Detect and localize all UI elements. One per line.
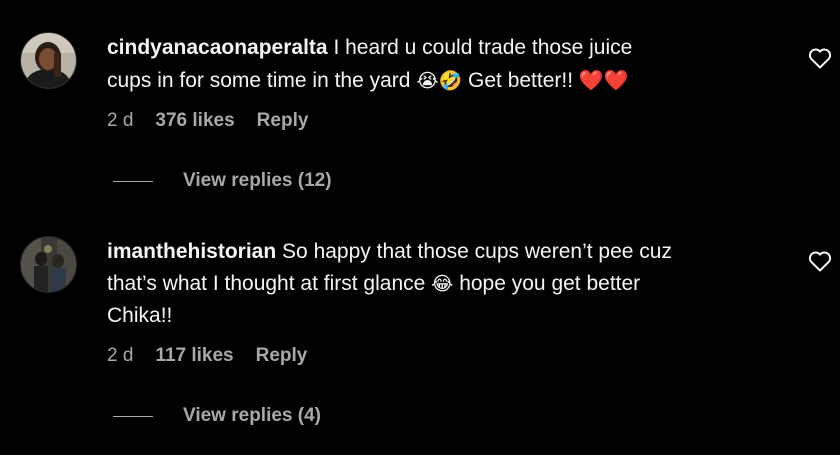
comment-text: So happy that those cups weren’t pee cuz <box>282 240 672 263</box>
likes-count[interactable]: 117 likes <box>155 345 233 367</box>
view-replies-button[interactable]: View replies (4) <box>113 405 321 427</box>
heart-outline-icon[interactable] <box>808 250 832 272</box>
comment-body: cindyanacaonaperalta I heard u could tra… <box>107 32 787 97</box>
heart-emoji-icon: ❤️❤️ <box>578 68 629 92</box>
avatar[interactable] <box>20 32 77 89</box>
comment-text: Get better!! <box>468 69 574 92</box>
comment-timestamp: 2 d <box>107 345 134 366</box>
comment-text: that’s what I thought at first glance <box>107 272 426 295</box>
laughing-emoji-icon: 😂 <box>431 273 454 295</box>
comment-timestamp: 2 d <box>107 110 134 131</box>
divider <box>113 180 153 182</box>
comment-text: hope you get better <box>459 272 641 295</box>
reply-button[interactable]: Reply <box>256 345 308 367</box>
reply-button[interactable]: Reply <box>257 110 309 132</box>
likes-count[interactable]: 376 likes <box>155 110 234 132</box>
comment-text: cups in for some time in the yard <box>107 69 411 92</box>
divider <box>113 415 153 417</box>
comment-text: Chika!! <box>107 304 173 327</box>
comment-text: I heard u could trade those juice <box>333 36 633 59</box>
comment-body: imanthehistorian So happy that those cup… <box>107 236 787 332</box>
view-replies-label: View replies (12) <box>183 170 332 191</box>
comment-username[interactable]: cindyanacaonaperalta <box>107 36 328 59</box>
heart-outline-icon[interactable] <box>808 47 832 69</box>
comment-username[interactable]: imanthehistorian <box>107 240 276 263</box>
comment-meta: 2 d 376 likes Reply <box>107 110 308 132</box>
crying-laughing-emoji-icon: 😭🤣 <box>416 70 463 92</box>
avatar[interactable] <box>20 236 77 293</box>
view-replies-label: View replies (4) <box>183 405 321 426</box>
comment-meta: 2 d 117 likes Reply <box>107 345 307 367</box>
view-replies-button[interactable]: View replies (12) <box>113 170 332 192</box>
